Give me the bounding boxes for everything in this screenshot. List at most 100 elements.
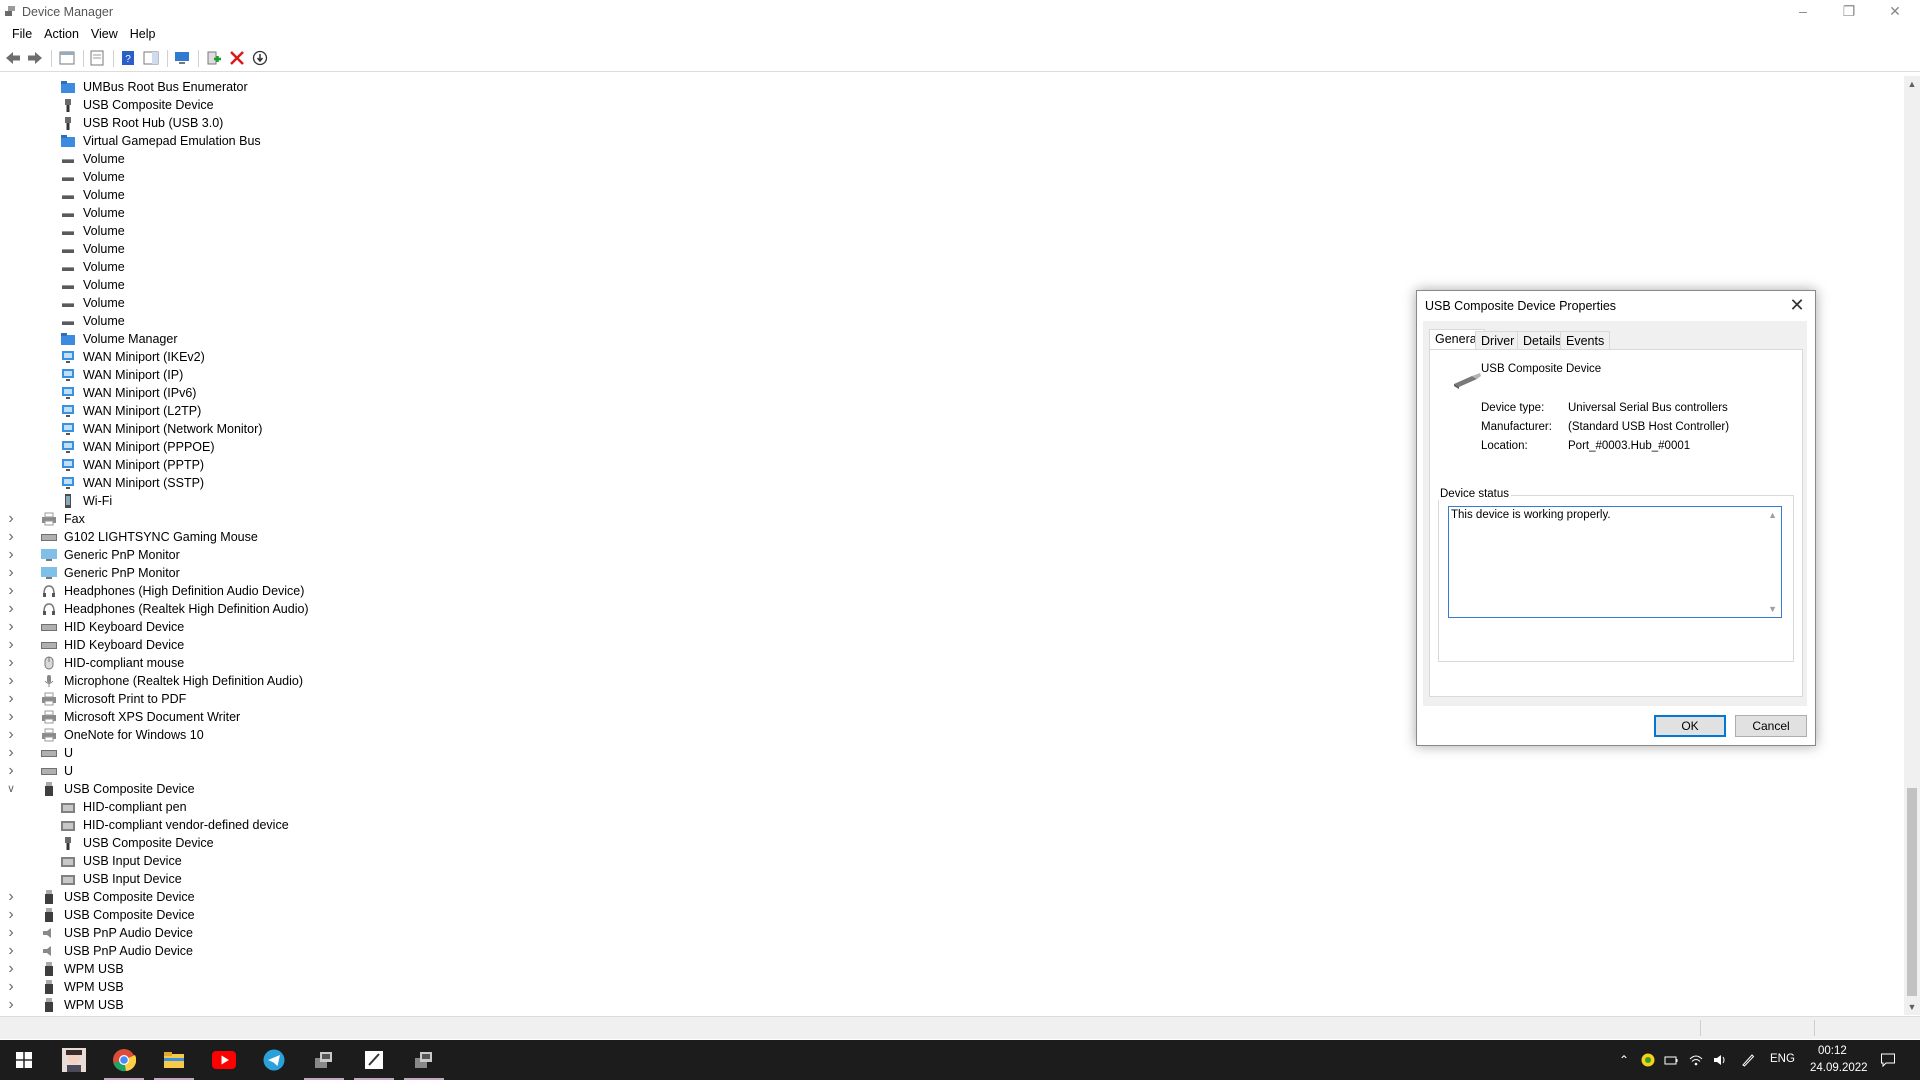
- back-arrow-icon[interactable]: [4, 49, 22, 67]
- taskbar-device-manager-1[interactable]: [300, 1040, 348, 1080]
- wifi-icon[interactable]: [1689, 1053, 1703, 1067]
- tray-app-icon[interactable]: [1641, 1053, 1655, 1067]
- tree-row[interactable]: › WPM USB: [1, 996, 1901, 1014]
- tree-row[interactable]: › USB Composite Device: [1, 906, 1901, 924]
- tree-row[interactable]: HID-compliant vendor-defined device: [1, 816, 1901, 834]
- expand-chevron-right-icon[interactable]: ›: [5, 672, 17, 690]
- minimize-button[interactable]: –: [1780, 0, 1826, 22]
- notification-center-icon[interactable]: [1880, 1052, 1896, 1068]
- expand-chevron-right-icon[interactable]: ›: [5, 996, 17, 1014]
- tree-row[interactable]: Volume: [1, 186, 1901, 204]
- tree-row[interactable]: › U: [1, 744, 1901, 762]
- taskbar-notepad[interactable]: [350, 1040, 398, 1080]
- status-scroll-down-icon[interactable]: ▼: [1768, 604, 1777, 614]
- telegram-icon: [263, 1049, 285, 1071]
- expand-chevron-right-icon[interactable]: ›: [5, 762, 17, 780]
- tree-row[interactable]: › USB Composite Device: [1, 888, 1901, 906]
- help-icon[interactable]: ?: [119, 49, 137, 67]
- show-hide-tree-icon[interactable]: [58, 49, 76, 67]
- taskbar-device-manager-2[interactable]: [400, 1040, 448, 1080]
- tree-row[interactable]: Volume: [1, 204, 1901, 222]
- tree-row[interactable]: › USB PnP Audio Device: [1, 924, 1901, 942]
- tree-row[interactable]: Volume: [1, 240, 1901, 258]
- menu-help[interactable]: Help: [124, 25, 162, 44]
- start-button[interactable]: [0, 1040, 48, 1080]
- volume-icon[interactable]: [1713, 1053, 1727, 1067]
- tree-row[interactable]: Volume: [1, 168, 1901, 186]
- tree-row[interactable]: Virtual Gamepad Emulation Bus: [1, 132, 1901, 150]
- uninstall-device-icon[interactable]: [228, 49, 246, 67]
- taskbar-avatar-app[interactable]: [50, 1040, 98, 1080]
- dialog-close-icon[interactable]: ✕: [1787, 295, 1807, 315]
- close-window-button[interactable]: ✕: [1872, 0, 1918, 22]
- menu-view[interactable]: View: [85, 25, 124, 44]
- status-scroll-up-icon[interactable]: ▲: [1768, 510, 1777, 520]
- expand-chevron-right-icon[interactable]: ›: [5, 618, 17, 636]
- scroll-thumb[interactable]: [1907, 788, 1917, 996]
- tree-row[interactable]: Volume: [1, 150, 1901, 168]
- clock-time[interactable]: 00:12: [1818, 1045, 1847, 1057]
- expand-chevron-right-icon[interactable]: ›: [5, 690, 17, 708]
- taskbar-youtube[interactable]: [200, 1040, 248, 1080]
- tree-row[interactable]: USB Composite Device: [1, 834, 1901, 852]
- taskbar-telegram[interactable]: [250, 1040, 298, 1080]
- scroll-up-icon[interactable]: ▲: [1904, 76, 1920, 92]
- taskbar-file-explorer[interactable]: [150, 1040, 198, 1080]
- tree-row[interactable]: Volume: [1, 258, 1901, 276]
- expand-chevron-right-icon[interactable]: ›: [5, 744, 17, 762]
- expand-chevron-right-icon[interactable]: ›: [5, 906, 17, 924]
- tree-row-label: Wi-Fi: [83, 494, 113, 508]
- cancel-button[interactable]: Cancel: [1735, 715, 1807, 737]
- clock-date[interactable]: 24.09.2022: [1810, 1062, 1868, 1074]
- expand-chevron-right-icon[interactable]: ›: [5, 726, 17, 744]
- tree-row[interactable]: USB Input Device: [1, 852, 1901, 870]
- expand-chevron-right-icon[interactable]: ›: [5, 510, 17, 528]
- tree-row[interactable]: HID-compliant pen: [1, 798, 1901, 816]
- tree-row[interactable]: USB Root Hub (USB 3.0): [1, 114, 1901, 132]
- expand-chevron-right-icon[interactable]: ›: [5, 546, 17, 564]
- tree-row[interactable]: › WPM USB: [1, 978, 1901, 996]
- expand-chevron-right-icon[interactable]: ›: [5, 924, 17, 942]
- menu-action[interactable]: Action: [38, 25, 85, 44]
- action-pane-icon[interactable]: [142, 49, 160, 67]
- tree-row[interactable]: › U: [1, 762, 1901, 780]
- battery-icon[interactable]: [1664, 1053, 1678, 1067]
- ok-button[interactable]: OK: [1654, 715, 1726, 737]
- update-driver-icon[interactable]: [205, 49, 223, 67]
- language-indicator[interactable]: ENG: [1770, 1053, 1795, 1065]
- expand-chevron-right-icon[interactable]: ›: [5, 942, 17, 960]
- tree-row-label: WAN Miniport (PPTP): [83, 458, 205, 472]
- pen-ink-icon[interactable]: [1741, 1053, 1755, 1067]
- tab-driver[interactable]: Driver: [1475, 331, 1521, 350]
- tree-row[interactable]: USB Input Device: [1, 870, 1901, 888]
- properties-sheet-icon[interactable]: [88, 49, 106, 67]
- tree-row[interactable]: Volume: [1, 222, 1901, 240]
- disable-device-icon[interactable]: [251, 49, 269, 67]
- scan-hardware-icon[interactable]: [173, 49, 191, 67]
- forward-arrow-icon[interactable]: [26, 49, 44, 67]
- menu-file[interactable]: File: [6, 25, 38, 44]
- expand-chevron-right-icon[interactable]: ›: [5, 582, 17, 600]
- expand-chevron-right-icon[interactable]: ›: [5, 960, 17, 978]
- expand-chevron-right-icon[interactable]: ›: [5, 888, 17, 906]
- restore-button[interactable]: ❐: [1826, 0, 1872, 22]
- device-status-textbox[interactable]: This device is working properly. ▲ ▼: [1448, 506, 1782, 618]
- expand-chevron-down-icon[interactable]: ∨: [5, 780, 17, 798]
- tab-events[interactable]: Events: [1560, 331, 1611, 350]
- scroll-down-icon[interactable]: ▼: [1904, 999, 1920, 1015]
- expand-chevron-right-icon[interactable]: ›: [5, 636, 17, 654]
- expand-chevron-right-icon[interactable]: ›: [5, 708, 17, 726]
- show-hidden-icons-chevron-icon[interactable]: ⌃: [1617, 1053, 1631, 1067]
- taskbar-chrome[interactable]: [100, 1040, 148, 1080]
- expand-chevron-right-icon[interactable]: ›: [5, 654, 17, 672]
- tree-row[interactable]: UMBus Root Bus Enumerator: [1, 78, 1901, 96]
- expand-chevron-right-icon[interactable]: ›: [5, 528, 17, 546]
- tree-scrollbar[interactable]: ▲ ▼: [1904, 76, 1920, 1015]
- tree-row[interactable]: › WPM USB: [1, 960, 1901, 978]
- expand-chevron-right-icon[interactable]: ›: [5, 978, 17, 996]
- expand-chevron-right-icon[interactable]: ›: [5, 564, 17, 582]
- expand-chevron-right-icon[interactable]: ›: [5, 600, 17, 618]
- tree-row[interactable]: ∨ USB Composite Device: [1, 780, 1901, 798]
- tree-row[interactable]: › USB PnP Audio Device: [1, 942, 1901, 960]
- tree-row[interactable]: USB Composite Device: [1, 96, 1901, 114]
